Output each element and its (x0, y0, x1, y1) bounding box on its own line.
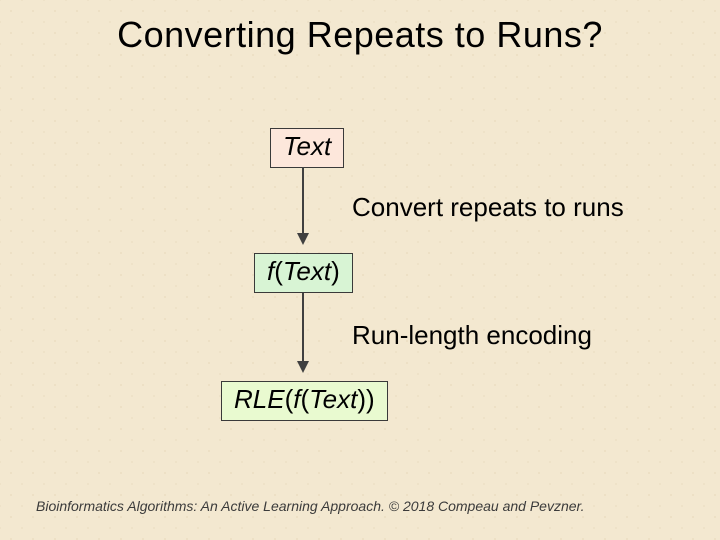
node-f-open: ( (274, 256, 283, 286)
node-f-text: f(Text) (254, 253, 353, 293)
node-text: Text (270, 128, 344, 168)
node-f-inner: Text (283, 256, 331, 286)
node-rle-open: ( (285, 384, 294, 414)
node-rle-prefix: RLE (234, 384, 285, 414)
node-rle: RLE(f(Text)) (221, 381, 388, 421)
node-rle-close2: ) (357, 384, 366, 414)
arrow-text-to-f (297, 167, 309, 247)
node-rle-close: ) (366, 384, 375, 414)
arrow-f-to-rle (297, 293, 309, 375)
node-rle-inner: Text (309, 384, 357, 414)
node-rle-open2: ( (300, 384, 309, 414)
node-f-close: ) (331, 256, 340, 286)
step-label-convert: Convert repeats to runs (352, 192, 624, 223)
slide-footer: Bioinformatics Algorithms: An Active Lea… (36, 498, 684, 514)
step-label-rle: Run-length encoding (352, 320, 592, 351)
slide-title: Converting Repeats to Runs? (0, 14, 720, 56)
